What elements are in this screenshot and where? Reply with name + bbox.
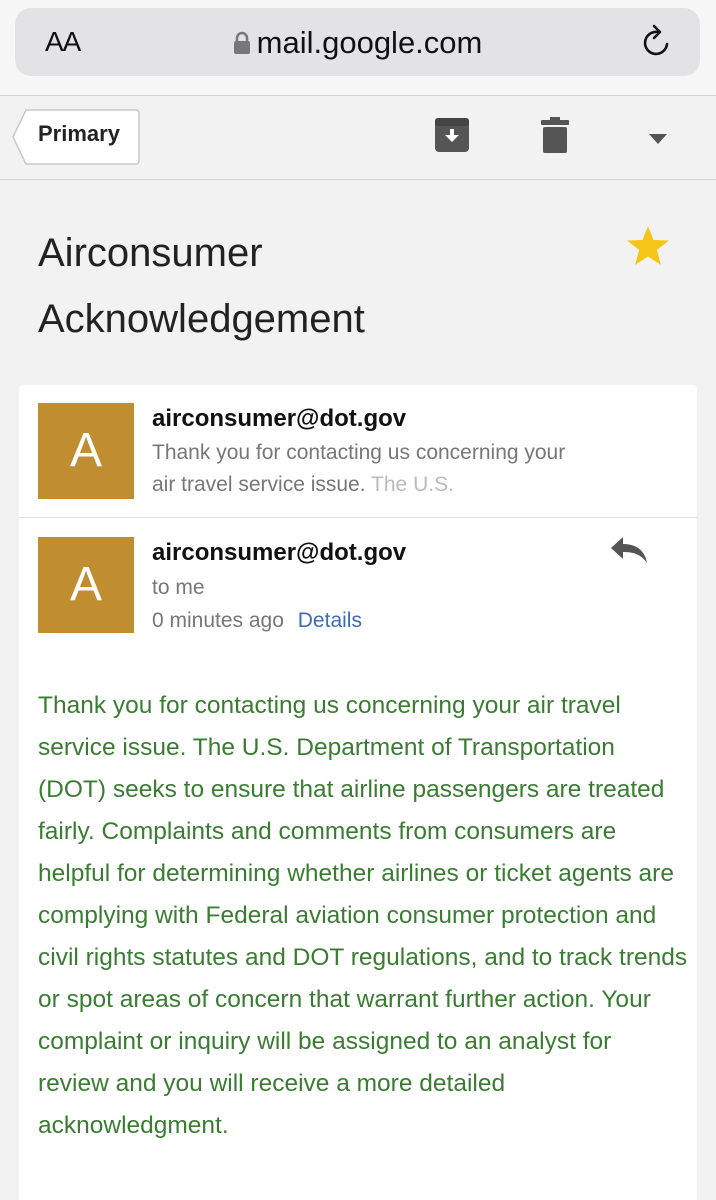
timestamp-line: 0 minutes ago Details: [152, 609, 362, 633]
delete-icon[interactable]: [540, 116, 570, 159]
snippet-text: Thank you for contacting us concerning y…: [152, 441, 566, 496]
message-body: Thank you for contacting us concerning y…: [38, 692, 688, 1139]
recipient-line[interactable]: to me: [152, 576, 205, 600]
snippet-fade-text: The U.S.: [371, 473, 454, 496]
message-snippet: Thank you for contacting us concerning y…: [152, 437, 572, 501]
back-button-label: Primary: [38, 121, 120, 146]
url-text: mail.google.com: [256, 25, 483, 60]
details-link[interactable]: Details: [298, 609, 362, 632]
chevron-down-icon[interactable]: [648, 132, 668, 150]
lock-icon: [233, 27, 251, 63]
avatar: A: [38, 537, 134, 633]
subject-line-1: Airconsumer: [38, 231, 263, 275]
mail-toolbar: Primary: [0, 96, 716, 180]
reply-icon[interactable]: [609, 535, 649, 570]
reload-icon[interactable]: [640, 24, 674, 65]
email-subject: Airconsumer Acknowledgement: [38, 220, 598, 352]
back-button[interactable]: Primary: [12, 109, 140, 165]
timestamp: 0 minutes ago: [152, 609, 284, 632]
sender-name: airconsumer@dot.gov: [152, 405, 407, 432]
browser-bar: AA mail.google.com: [0, 0, 716, 96]
message-card: A airconsumer@dot.gov Thank you for cont…: [19, 385, 697, 1200]
sender-name: airconsumer@dot.gov: [152, 539, 407, 566]
avatar: A: [38, 403, 134, 499]
address-bar[interactable]: AA mail.google.com: [15, 8, 700, 76]
subject-line-2: Acknowledgement: [38, 297, 365, 341]
message-divider: [19, 517, 697, 518]
url-display[interactable]: mail.google.com: [15, 25, 700, 63]
archive-icon[interactable]: [434, 116, 470, 159]
star-icon[interactable]: [625, 224, 671, 273]
